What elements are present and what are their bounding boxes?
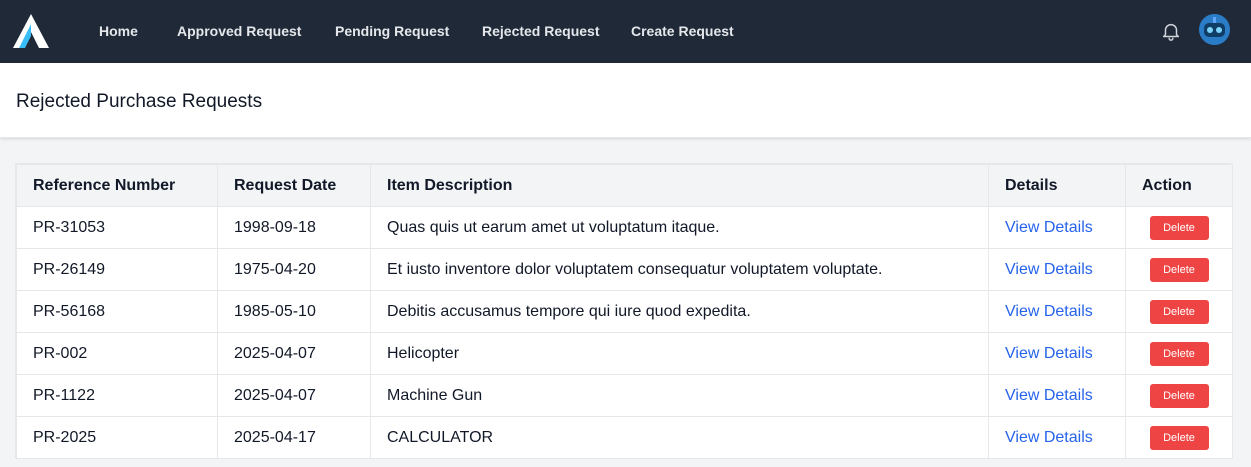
nav-approved-request[interactable]: Approved Request <box>177 0 301 63</box>
cell-date: 2025-04-07 <box>217 374 371 417</box>
delete-button[interactable]: Delete <box>1149 341 1209 366</box>
cell-date: 1985-05-10 <box>217 290 371 333</box>
view-details-link[interactable]: View Details <box>1005 219 1093 236</box>
nav-create-request[interactable]: Create Request <box>631 0 734 63</box>
table-row: PR-1122 2025-04-07 Machine Gun View Deta… <box>16 374 1233 417</box>
cell-ref: PR-26149 <box>16 248 218 291</box>
header-reference-number: Reference Number <box>16 164 218 207</box>
cell-action: Delete <box>1125 248 1233 291</box>
cell-action: Delete <box>1125 206 1233 249</box>
top-navbar: Home Approved Request Pending Request Re… <box>0 0 1251 63</box>
cell-action: Delete <box>1125 374 1233 417</box>
cell-desc: CALCULATOR <box>370 416 989 459</box>
header-item-description: Item Description <box>370 164 989 207</box>
view-details-link[interactable]: View Details <box>1005 261 1093 278</box>
cell-ref: PR-2025 <box>16 416 218 459</box>
header-details: Details <box>988 164 1126 207</box>
cell-date: 1975-04-20 <box>217 248 371 291</box>
page-title: Rejected Purchase Requests <box>16 91 263 112</box>
cell-ref: PR-1122 <box>16 374 218 417</box>
robot-avatar-icon <box>1199 14 1230 45</box>
cell-details: View Details <box>988 374 1126 417</box>
cell-desc: Debitis accusamus tempore qui iure quod … <box>370 290 989 333</box>
rejected-requests-table: Reference Number Request Date Item Descr… <box>16 164 1233 459</box>
table-header-row: Reference Number Request Date Item Descr… <box>16 164 1233 207</box>
cell-details: View Details <box>988 416 1126 459</box>
requests-table-container: Reference Number Request Date Item Descr… <box>15 163 1233 459</box>
view-details-link[interactable]: View Details <box>1005 429 1093 446</box>
delete-button[interactable]: Delete <box>1149 383 1209 408</box>
view-details-link[interactable]: View Details <box>1005 345 1093 362</box>
table-row: PR-002 2025-04-07 Helicopter View Detail… <box>16 332 1233 375</box>
cell-desc: Et iusto inventore dolor voluptatem cons… <box>370 248 989 291</box>
cell-details: View Details <box>988 206 1126 249</box>
logo-icon[interactable] <box>13 14 49 48</box>
cell-ref: PR-31053 <box>16 206 218 249</box>
cell-desc: Helicopter <box>370 332 989 375</box>
header-request-date: Request Date <box>217 164 371 207</box>
cell-action: Delete <box>1125 290 1233 333</box>
cell-date: 2025-04-07 <box>217 332 371 375</box>
cell-ref: PR-56168 <box>16 290 218 333</box>
cell-action: Delete <box>1125 416 1233 459</box>
header-action: Action <box>1125 164 1233 207</box>
delete-button[interactable]: Delete <box>1149 299 1209 324</box>
cell-details: View Details <box>988 332 1126 375</box>
cell-desc: Machine Gun <box>370 374 989 417</box>
view-details-link[interactable]: View Details <box>1005 387 1093 404</box>
delete-button[interactable]: Delete <box>1149 257 1209 282</box>
user-avatar[interactable] <box>1199 14 1230 45</box>
table-row: PR-31053 1998-09-18 Quas quis ut earum a… <box>16 206 1233 249</box>
cell-date: 1998-09-18 <box>217 206 371 249</box>
cell-ref: PR-002 <box>16 332 218 375</box>
table-row: PR-2025 2025-04-17 CALCULATOR View Detai… <box>16 416 1233 459</box>
cell-date: 2025-04-17 <box>217 416 371 459</box>
bell-icon[interactable] <box>1160 20 1182 42</box>
page-header: Rejected Purchase Requests <box>0 63 1251 138</box>
cell-desc: Quas quis ut earum amet ut voluptatum it… <box>370 206 989 249</box>
cell-details: View Details <box>988 248 1126 291</box>
nav-rejected-request[interactable]: Rejected Request <box>482 0 599 63</box>
nav-pending-request[interactable]: Pending Request <box>335 0 449 63</box>
table-row: PR-26149 1975-04-20 Et iusto inventore d… <box>16 248 1233 291</box>
cell-action: Delete <box>1125 332 1233 375</box>
delete-button[interactable]: Delete <box>1149 425 1209 450</box>
delete-button[interactable]: Delete <box>1149 215 1209 240</box>
view-details-link[interactable]: View Details <box>1005 303 1093 320</box>
nav-home[interactable]: Home <box>99 0 138 63</box>
table-row: PR-56168 1985-05-10 Debitis accusamus te… <box>16 290 1233 333</box>
cell-details: View Details <box>988 290 1126 333</box>
